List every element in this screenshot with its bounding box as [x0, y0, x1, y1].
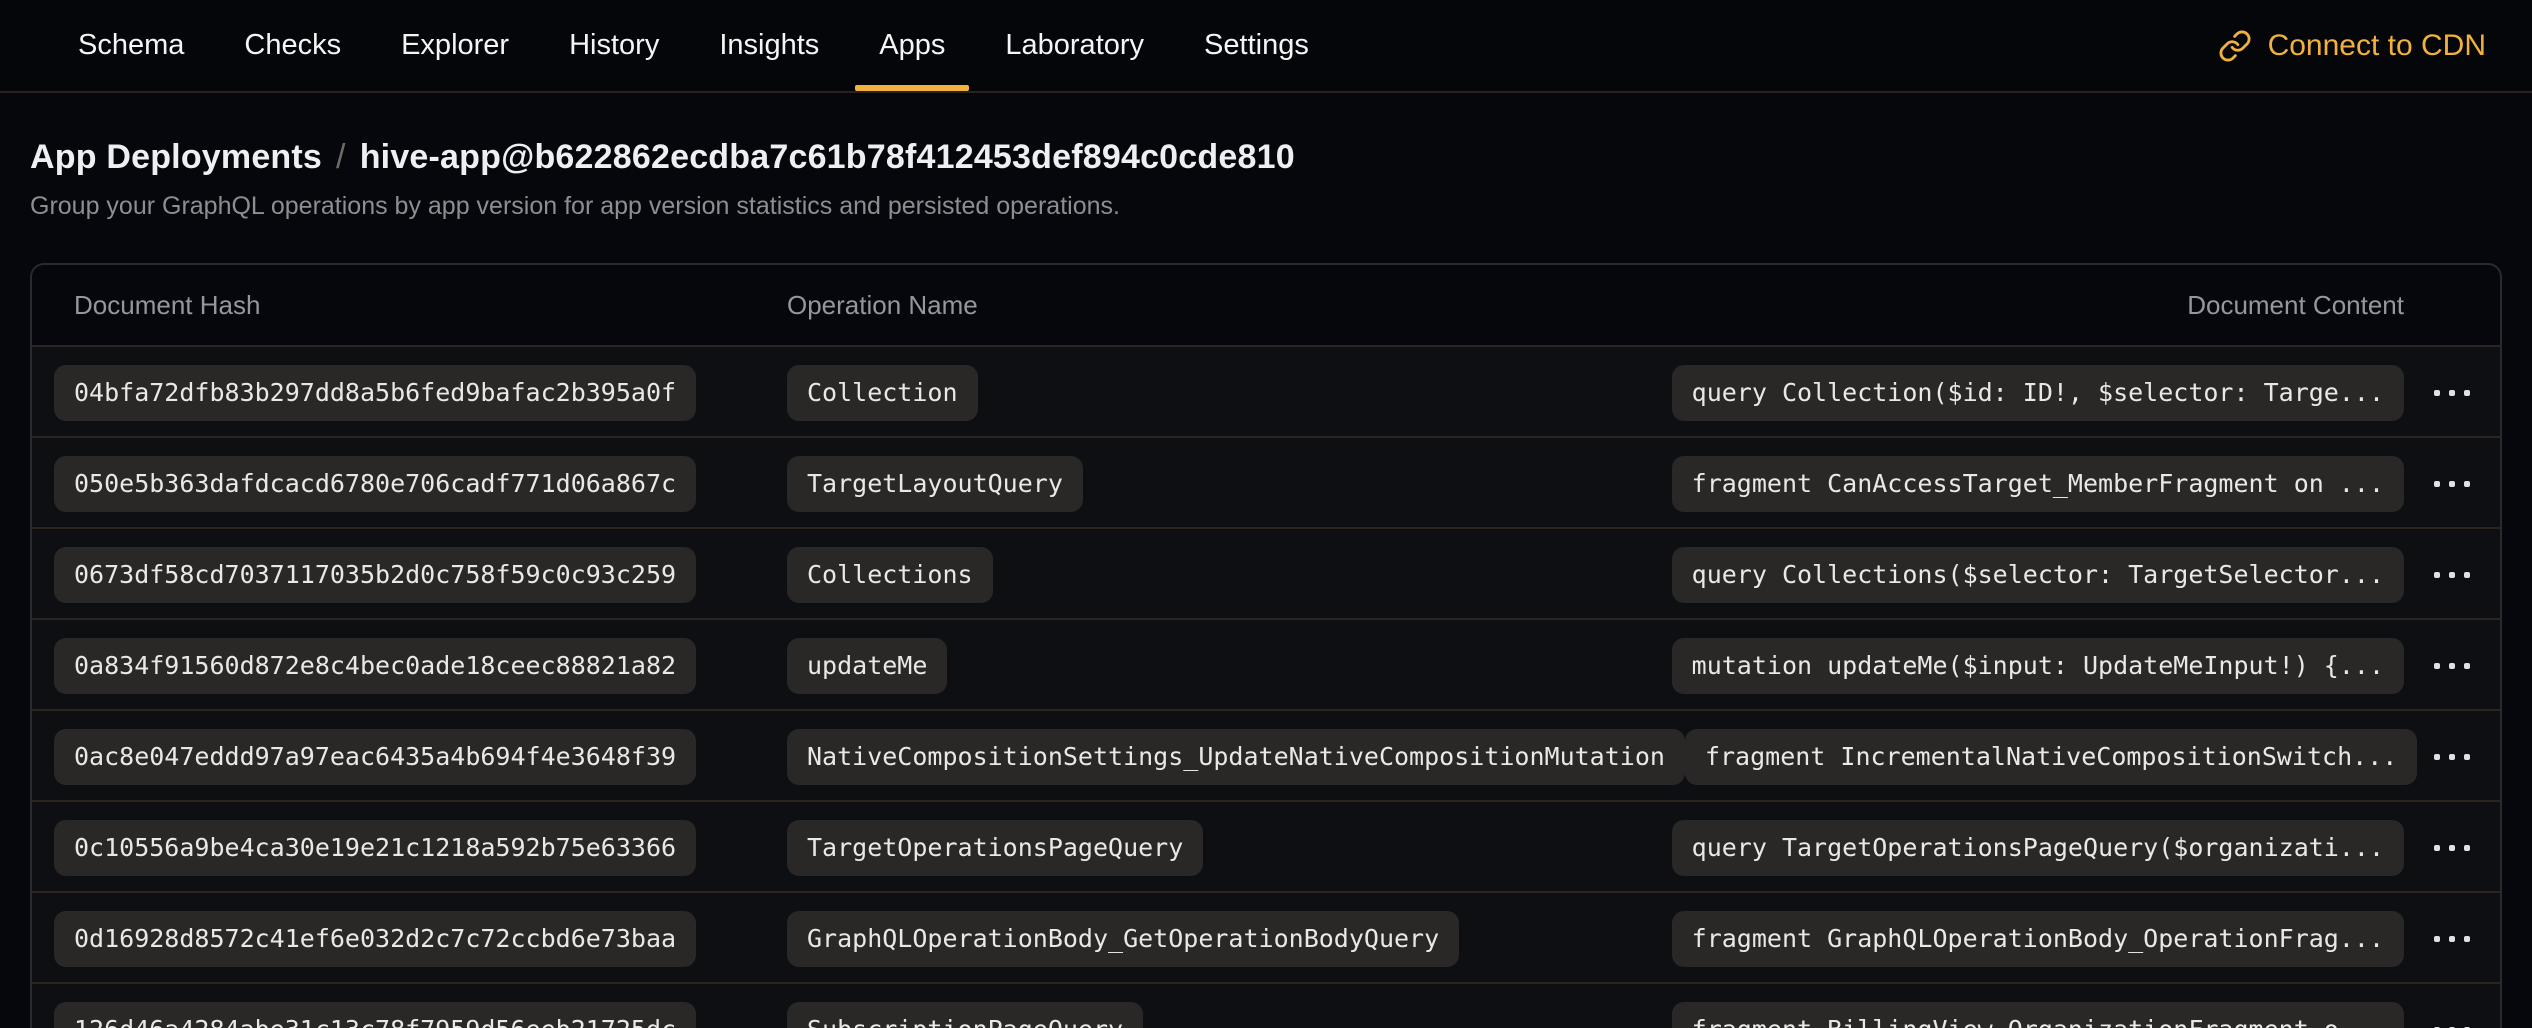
table-row: 0a834f91560d872e8c4bec0ade18ceec88821a82…	[32, 618, 2500, 709]
operation-name-chip: NativeCompositionSettings_UpdateNativeCo…	[787, 729, 1685, 785]
nav-tabs: Schema Checks Explorer History Insights …	[48, 0, 1339, 91]
ellipsis-icon	[2434, 936, 2440, 942]
top-nav: Schema Checks Explorer History Insights …	[0, 0, 2532, 93]
operation-name-chip: Collections	[787, 547, 993, 603]
ellipsis-icon	[2464, 754, 2470, 760]
document-hash-chip: 0ac8e047eddd97a97eac6435a4b694f4e3648f39	[54, 729, 696, 785]
table-row: 0673df58cd7037117035b2d0c758f59c0c93c259…	[32, 527, 2500, 618]
nav-tab-label: Insights	[719, 29, 819, 62]
nav-tab-history[interactable]: History	[539, 0, 689, 91]
row-menu-button[interactable]	[2404, 438, 2500, 529]
nav-tab-insights[interactable]: Insights	[689, 0, 849, 91]
ellipsis-icon	[2449, 390, 2455, 396]
table-body: 04bfa72dfb83b297dd8a5b6fed9bafac2b395a0f…	[32, 345, 2500, 1028]
ellipsis-icon	[2464, 663, 2470, 669]
document-content-chip: fragment GraphQLOperationBody_OperationF…	[1672, 911, 2404, 967]
table-row: 0d16928d8572c41ef6e032d2c7c72ccbd6e73baa…	[32, 891, 2500, 982]
ellipsis-icon	[2464, 481, 2470, 487]
nav-tab-label: Checks	[244, 29, 341, 62]
ellipsis-icon	[2449, 754, 2455, 760]
nav-tab-settings[interactable]: Settings	[1174, 0, 1339, 91]
operation-name-chip: TargetLayoutQuery	[787, 456, 1083, 512]
column-header-document-content: Document Content	[2187, 290, 2404, 321]
nav-tab-label: History	[569, 29, 659, 62]
document-hash-chip: 04bfa72dfb83b297dd8a5b6fed9bafac2b395a0f	[54, 365, 696, 421]
ellipsis-icon	[2449, 936, 2455, 942]
nav-tab-label: Apps	[879, 29, 945, 62]
table-row: 050e5b363dafdcacd6780e706cadf771d06a867c…	[32, 436, 2500, 527]
nav-tab-label: Schema	[78, 29, 184, 62]
breadcrumb-app-id: hive-app@b622862ecdba7c61b78f412453def89…	[360, 137, 1295, 177]
active-tab-indicator	[855, 85, 969, 91]
row-menu-button[interactable]	[2404, 529, 2500, 620]
deployments-table: Document Hash Operation Name Document Co…	[30, 263, 2502, 1028]
connect-to-cdn-link[interactable]: Connect to CDN	[2218, 0, 2486, 91]
document-hash-chip: 0a834f91560d872e8c4bec0ade18ceec88821a82	[54, 638, 696, 694]
operation-name-chip: updateMe	[787, 638, 947, 694]
document-content-chip: fragment BillingView_OrganizationFragmen…	[1672, 1002, 2404, 1028]
ellipsis-icon	[2449, 481, 2455, 487]
nav-tab-schema[interactable]: Schema	[48, 0, 214, 91]
nav-tab-checks[interactable]: Checks	[214, 0, 371, 91]
table-row: 0ac8e047eddd97a97eac6435a4b694f4e3648f39…	[32, 709, 2500, 800]
ellipsis-icon	[2434, 481, 2440, 487]
table-row: 04bfa72dfb83b297dd8a5b6fed9bafac2b395a0f…	[32, 345, 2500, 436]
row-menu-button[interactable]	[2404, 620, 2500, 711]
operation-name-chip: SubscriptionPageQuery	[787, 1002, 1143, 1028]
table-header: Document Hash Operation Name Document Co…	[32, 265, 2500, 345]
table-row: 0c10556a9be4ca30e19e21c1218a592b75e63366…	[32, 800, 2500, 891]
page-subtitle: Group your GraphQL operations by app ver…	[30, 191, 2502, 221]
operation-name-chip: GraphQLOperationBody_GetOperationBodyQue…	[787, 911, 1459, 967]
ellipsis-icon	[2464, 390, 2470, 396]
nav-tab-explorer[interactable]: Explorer	[371, 0, 539, 91]
breadcrumb-separator: /	[336, 137, 346, 177]
document-hash-chip: 0d16928d8572c41ef6e032d2c7c72ccbd6e73baa	[54, 911, 696, 967]
ellipsis-icon	[2434, 572, 2440, 578]
table-row: 126d46a4284abe31c13c78f7959d56eeb21725dc…	[32, 982, 2500, 1028]
nav-tab-label: Explorer	[401, 29, 509, 62]
ellipsis-icon	[2449, 663, 2455, 669]
document-content-chip: fragment CanAccessTarget_MemberFragment …	[1672, 456, 2404, 512]
document-hash-chip: 050e5b363dafdcacd6780e706cadf771d06a867c	[54, 456, 696, 512]
row-menu-button[interactable]	[2404, 347, 2500, 438]
ellipsis-icon	[2464, 845, 2470, 851]
nav-tab-label: Laboratory	[1005, 29, 1144, 62]
link-icon	[2218, 29, 2252, 63]
operation-name-chip: TargetOperationsPageQuery	[787, 820, 1203, 876]
ellipsis-icon	[2434, 845, 2440, 851]
row-menu-button[interactable]	[2404, 802, 2500, 893]
connect-to-cdn-label: Connect to CDN	[2268, 29, 2486, 63]
document-content-chip: query TargetOperationsPageQuery($organiz…	[1672, 820, 2404, 876]
breadcrumb-section: App Deployments	[30, 137, 322, 177]
ellipsis-icon	[2449, 572, 2455, 578]
column-header-document-hash: Document Hash	[54, 290, 787, 321]
document-hash-chip: 0673df58cd7037117035b2d0c758f59c0c93c259	[54, 547, 696, 603]
ellipsis-icon	[2464, 936, 2470, 942]
document-content-chip: mutation updateMe($input: UpdateMeInput!…	[1672, 638, 2404, 694]
document-hash-chip: 0c10556a9be4ca30e19e21c1218a592b75e63366	[54, 820, 696, 876]
nav-tab-label: Settings	[1204, 29, 1309, 62]
row-menu-button[interactable]	[2404, 893, 2500, 984]
ellipsis-icon	[2434, 390, 2440, 396]
document-hash-chip: 126d46a4284abe31c13c78f7959d56eeb21725dc	[54, 1002, 696, 1028]
app-deployments-page: App Deployments / hive-app@b622862ecdba7…	[0, 137, 2532, 1028]
nav-tab-laboratory[interactable]: Laboratory	[975, 0, 1174, 91]
ellipsis-icon	[2464, 572, 2470, 578]
column-header-operation-name: Operation Name	[787, 290, 978, 321]
document-content-chip: query Collection($id: ID!, $selector: Ta…	[1672, 365, 2404, 421]
ellipsis-icon	[2434, 754, 2440, 760]
document-content-chip: query Collections($selector: TargetSelec…	[1672, 547, 2404, 603]
document-content-chip: fragment IncrementalNativeCompositionSwi…	[1685, 729, 2417, 785]
operation-name-chip: Collection	[787, 365, 978, 421]
ellipsis-icon	[2434, 663, 2440, 669]
ellipsis-icon	[2449, 845, 2455, 851]
nav-tab-apps[interactable]: Apps	[849, 0, 975, 91]
page-title: App Deployments / hive-app@b622862ecdba7…	[30, 137, 2502, 177]
row-menu-button[interactable]	[2404, 984, 2500, 1028]
row-menu-button[interactable]	[2404, 711, 2500, 802]
